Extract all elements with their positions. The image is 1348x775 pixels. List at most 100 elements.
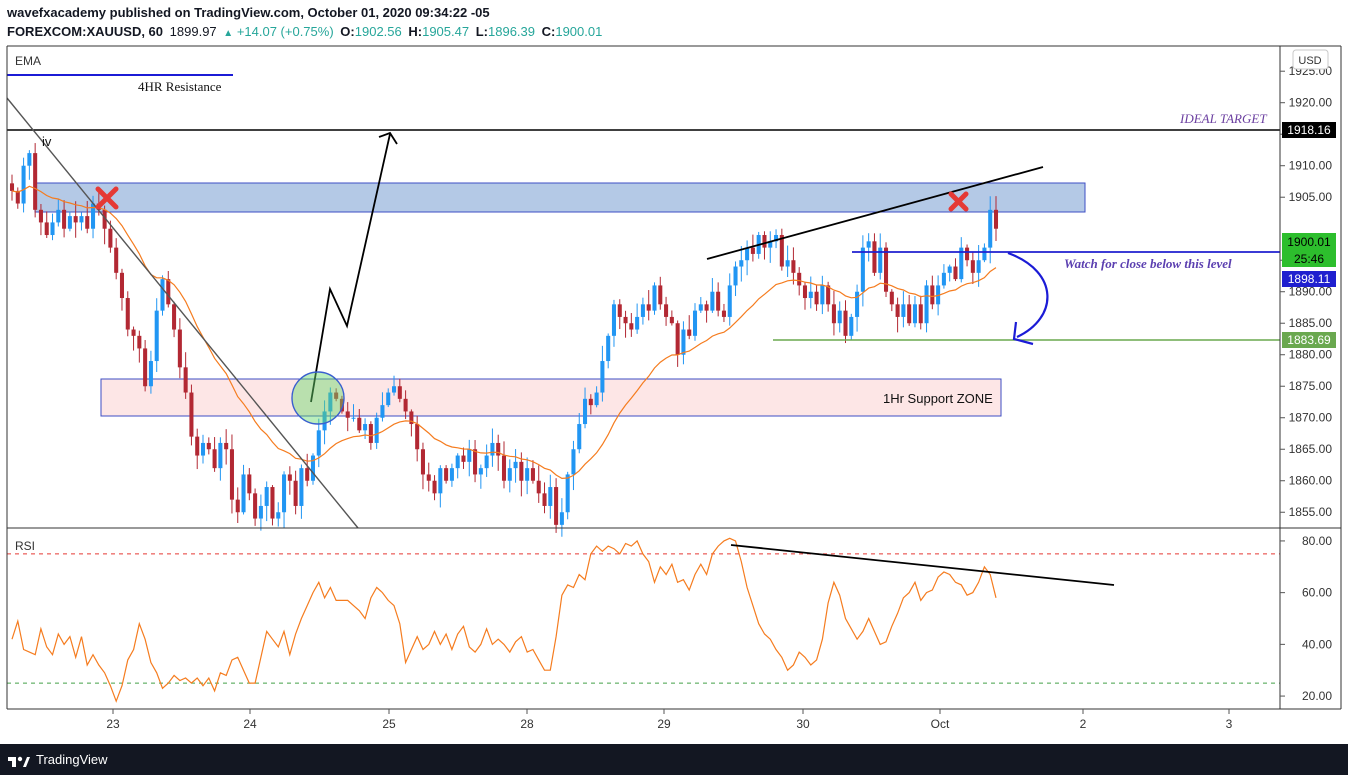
candle-body — [166, 279, 171, 305]
candle-body — [38, 209, 43, 223]
candle-body — [831, 304, 836, 324]
countdown-text: 25:46 — [1294, 252, 1324, 266]
candle-body — [85, 216, 90, 229]
candle-body — [189, 392, 194, 437]
candle-body — [108, 228, 113, 248]
curved-arrow[interactable] — [1007, 251, 1049, 338]
resistance-zone[interactable] — [34, 182, 1086, 213]
candle-body — [426, 474, 431, 481]
candle-body — [820, 285, 825, 305]
candle-body — [247, 474, 252, 494]
projection-arrow[interactable] — [310, 133, 391, 403]
ideal-target-label: IDEAL TARGET — [1179, 111, 1267, 126]
downtrend-line[interactable] — [6, 97, 359, 529]
candle-body — [67, 216, 72, 229]
resistance-label: 4HR Resistance — [138, 79, 222, 94]
candle-body — [62, 209, 67, 229]
candle-body — [386, 392, 391, 406]
candle-body — [924, 285, 929, 324]
candle-body — [195, 436, 200, 456]
candle-body — [594, 392, 599, 406]
candle-body — [941, 272, 946, 286]
candle-body — [860, 247, 865, 292]
candle-body — [345, 411, 350, 418]
breakout-circle[interactable] — [291, 371, 345, 425]
candle-body — [762, 235, 767, 248]
candle-body — [669, 316, 674, 324]
brand-name: TradingView — [36, 752, 108, 767]
candle-body — [843, 310, 848, 336]
price-tick-label: 1910.00 — [1289, 159, 1333, 173]
candle-body — [131, 329, 136, 336]
candle-body — [704, 304, 709, 311]
candle-body — [154, 310, 159, 362]
ema-legend[interactable]: EMA — [15, 54, 41, 68]
price-tick-label: 1870.00 — [1289, 411, 1333, 425]
time-tick-label: Oct — [931, 717, 950, 731]
candle-body — [374, 417, 379, 443]
price-tick-label: 1860.00 — [1289, 474, 1333, 488]
candle-body — [658, 285, 663, 305]
candle-body — [299, 468, 304, 506]
candle-body — [901, 304, 906, 317]
low-value: 1896.39 — [488, 24, 535, 39]
candle-body — [363, 424, 368, 431]
candle-body — [640, 304, 645, 317]
symbol-name[interactable]: FOREXCOM:XAUUSD, 60 — [7, 24, 163, 39]
rsi-divergence-line[interactable] — [730, 544, 1115, 586]
candle-body — [970, 260, 975, 273]
candle-body — [617, 304, 622, 317]
candle-body — [577, 424, 582, 450]
time-tick-label: 23 — [106, 717, 120, 731]
rsi-tick-label: 40.00 — [1302, 637, 1332, 651]
candle-body — [542, 493, 547, 506]
candle-body — [73, 216, 78, 223]
candle-body — [837, 310, 842, 324]
candle-body — [750, 247, 755, 254]
candle-body — [114, 247, 119, 273]
symbol-info: FOREXCOM:XAUUSD, 60 1899.97 ▲ +14.07 (+0… — [7, 22, 605, 43]
candle-body — [455, 455, 460, 469]
candle-body — [310, 455, 316, 481]
candle-body — [716, 291, 721, 311]
tradingview-logo[interactable]: TradingView — [8, 750, 108, 769]
candle-body — [907, 304, 912, 324]
price-tick-label: 1905.00 — [1289, 190, 1333, 204]
up-arrow-icon: ▲ — [223, 28, 234, 39]
time-tick-label: 2 — [1080, 717, 1087, 731]
candle-body — [681, 329, 686, 355]
candle-body — [461, 455, 466, 462]
candle-body — [473, 449, 478, 475]
chart-frame[interactable]: 4HR Resistance iv IDEAL TARGET Watch for… — [0, 0, 1348, 744]
candle-body — [229, 449, 234, 500]
candle-body — [200, 442, 206, 456]
candle-body — [930, 285, 935, 305]
candle-body — [282, 474, 287, 513]
candle-body — [235, 499, 240, 513]
candle-body — [218, 442, 223, 469]
candle-body — [444, 468, 449, 481]
price-tick-label: 1885.00 — [1289, 316, 1333, 330]
candle-body — [559, 512, 564, 525]
currency-label: USD — [1298, 55, 1321, 67]
candle-body — [652, 285, 657, 311]
rsi-tick-label: 60.00 — [1302, 586, 1332, 600]
support-zone[interactable] — [100, 378, 1002, 417]
candle-body — [177, 329, 182, 368]
candle-body — [50, 222, 55, 236]
candle-body — [912, 304, 917, 324]
candle-body — [849, 316, 854, 336]
candle-body — [391, 386, 397, 393]
chart-canvas[interactable]: 4HR Resistance iv IDEAL TARGET Watch for… — [0, 0, 1348, 744]
candle-body — [9, 183, 15, 191]
candle-body — [606, 335, 611, 362]
open-value: 1902.56 — [354, 24, 402, 39]
time-tick-label: 25 — [382, 717, 396, 731]
rsi-legend[interactable]: RSI — [15, 539, 35, 553]
candle-body — [449, 468, 454, 481]
candle-body — [137, 335, 142, 349]
publish-info: wavefxacademy published on TradingView.c… — [7, 5, 490, 20]
close-label: C: — [541, 24, 556, 39]
candle-body — [646, 304, 651, 311]
candle-body — [293, 480, 298, 506]
